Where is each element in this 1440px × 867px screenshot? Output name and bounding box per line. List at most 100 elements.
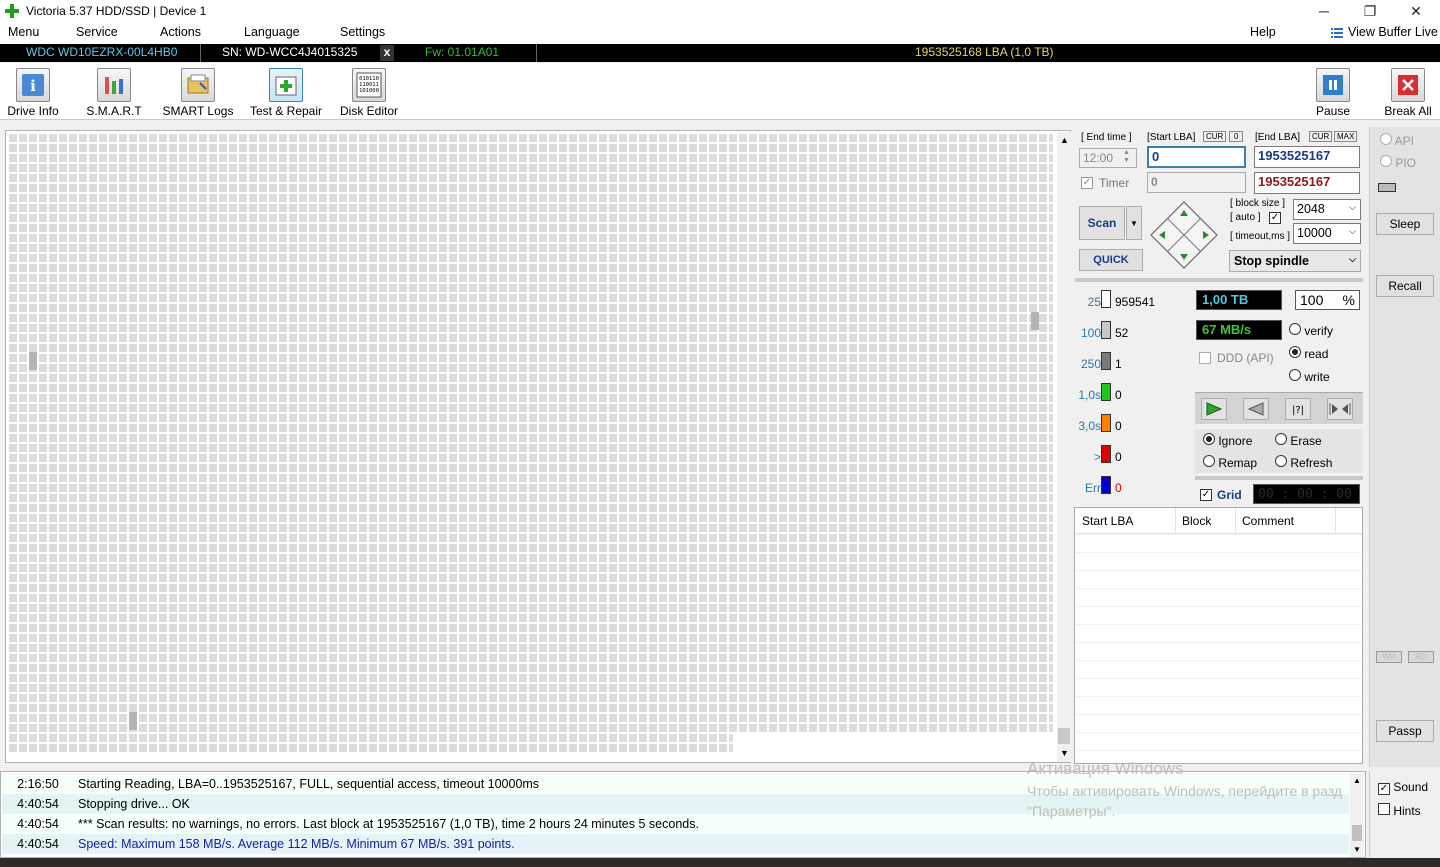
column-start-lba[interactable]: Start LBA bbox=[1082, 514, 1133, 528]
timer-input[interactable]: 0 bbox=[1147, 172, 1246, 193]
end-time-spinner-icon[interactable]: ▲ ▼ bbox=[1123, 149, 1130, 165]
sound-option[interactable]: ✓ Sound bbox=[1378, 780, 1428, 795]
timer-checkbox[interactable]: ✓ bbox=[1081, 177, 1093, 189]
pio-option[interactable]: PIO bbox=[1380, 155, 1416, 170]
mode-read-option[interactable]: read bbox=[1289, 346, 1328, 361]
reverse-button[interactable] bbox=[1243, 398, 1269, 420]
test-repair-button[interactable]: Test & Repair bbox=[246, 65, 326, 119]
column-block[interactable]: Block bbox=[1182, 514, 1211, 528]
scroll-up-icon[interactable]: ▲ bbox=[1060, 135, 1069, 145]
auto-checkbox[interactable]: ✓ bbox=[1269, 212, 1281, 224]
defects-table[interactable]: Start LBA Block Comment bbox=[1074, 507, 1363, 764]
title-bar: Victoria 5.37 HDD/SSD | Device 1 ─ ❐ ✕ bbox=[0, 0, 1440, 22]
latency-label: 250 bbox=[1080, 357, 1101, 371]
refresh-radio[interactable] bbox=[1275, 455, 1287, 467]
erase-radio[interactable] bbox=[1275, 433, 1287, 445]
write-radio[interactable] bbox=[1289, 369, 1301, 381]
menu-settings[interactable]: Settings bbox=[340, 25, 385, 39]
timeout-select[interactable]: 10000 ⌵ bbox=[1293, 223, 1361, 244]
recall-button[interactable]: Recall bbox=[1376, 275, 1434, 297]
end-lba-cur-button[interactable]: CUR bbox=[1309, 131, 1333, 142]
verify-radio[interactable] bbox=[1289, 323, 1301, 335]
api-option[interactable]: API bbox=[1380, 133, 1414, 148]
latency-count: 0 bbox=[1115, 388, 1122, 402]
latency-label: Err bbox=[1085, 481, 1101, 495]
play-button[interactable] bbox=[1201, 398, 1227, 420]
close-button[interactable]: ✕ bbox=[1393, 0, 1439, 22]
grid-checkbox[interactable]: ✓ bbox=[1200, 489, 1212, 501]
pio-radio[interactable] bbox=[1380, 155, 1392, 167]
ddd-api-checkbox[interactable] bbox=[1199, 352, 1211, 364]
scan-map[interactable]: ▲ ▼ bbox=[5, 130, 1071, 763]
quick-button[interactable]: QUICK bbox=[1079, 249, 1143, 271]
scroll-down-icon[interactable]: ▼ bbox=[1353, 845, 1361, 854]
latency-row: 3,0s 0 bbox=[1073, 414, 1193, 436]
scan-map-grid bbox=[7, 132, 1053, 752]
ignore-radio[interactable] bbox=[1203, 433, 1215, 445]
disk-editor-icon: 010110 110011 101000 bbox=[352, 68, 386, 102]
sleep-button[interactable]: Sleep bbox=[1376, 213, 1434, 235]
start-lba-input[interactable]: 0 bbox=[1147, 146, 1246, 168]
smart-logs-button[interactable]: SMART Logs bbox=[160, 65, 236, 119]
action-refresh-option[interactable]: Refresh bbox=[1275, 455, 1332, 470]
sound-checkbox[interactable]: ✓ bbox=[1378, 783, 1390, 795]
view-buffer-live[interactable]: View Buffer Live bbox=[1348, 25, 1438, 39]
remap-radio[interactable] bbox=[1203, 455, 1215, 467]
latency-label: 3,0s bbox=[1078, 419, 1101, 433]
test-repair-label: Test & Repair bbox=[249, 104, 323, 118]
drive-info-button[interactable]: i Drive Info bbox=[2, 65, 64, 119]
latency-swatch bbox=[1101, 445, 1111, 463]
auto-label: [ auto ] bbox=[1230, 212, 1261, 223]
action-erase-option[interactable]: Erase bbox=[1275, 433, 1322, 448]
action-remap-option[interactable]: Remap bbox=[1203, 455, 1257, 470]
block-size-select[interactable]: 2048 ⌵ bbox=[1293, 199, 1361, 220]
capacity-display: 1,00 TB bbox=[1196, 290, 1282, 310]
scroll-thumb[interactable] bbox=[1352, 825, 1362, 841]
butterfly-button[interactable] bbox=[1327, 398, 1353, 420]
break-all-button[interactable]: Break All bbox=[1380, 65, 1436, 119]
scan-map-scrollbar[interactable]: ▲ ▼ bbox=[1057, 132, 1071, 762]
refresh-label: Refresh bbox=[1290, 456, 1333, 470]
block-size-label: [ block size ] bbox=[1230, 198, 1286, 209]
passp-button[interactable]: Passp bbox=[1376, 720, 1434, 742]
mode-write-option[interactable]: write bbox=[1289, 369, 1330, 384]
api-radio[interactable] bbox=[1380, 133, 1392, 145]
scan-dropdown-button[interactable]: ▼ bbox=[1126, 206, 1142, 240]
start-lba-zero-button[interactable]: 0 bbox=[1229, 131, 1244, 142]
smart-button[interactable]: S.M.A.R.T bbox=[80, 65, 148, 119]
menu-help[interactable]: Help bbox=[1250, 25, 1276, 39]
svg-text:i: i bbox=[30, 77, 36, 95]
hints-option[interactable]: Hints bbox=[1378, 803, 1421, 818]
read-radio[interactable] bbox=[1289, 346, 1301, 358]
latency-row: 25 959541 bbox=[1073, 290, 1193, 312]
disk-editor-button[interactable]: 010110 110011 101000 Disk Editor bbox=[336, 65, 402, 119]
action-ignore-option[interactable]: Ignore bbox=[1203, 433, 1252, 448]
latency-swatch bbox=[1101, 476, 1111, 494]
pause-button[interactable]: Pause bbox=[1310, 65, 1356, 119]
drive-model[interactable]: WDC WD10EZRX-00L4HB0 bbox=[26, 45, 177, 59]
hints-checkbox[interactable] bbox=[1378, 803, 1390, 815]
start-lba-cur-button[interactable]: CUR bbox=[1203, 131, 1227, 142]
scan-button[interactable]: Scan bbox=[1079, 206, 1125, 240]
latency-label: > bbox=[1093, 450, 1101, 464]
mode-verify-option[interactable]: verify bbox=[1289, 323, 1333, 338]
scroll-thumb[interactable] bbox=[1058, 728, 1070, 744]
menu-service[interactable]: Service bbox=[76, 25, 118, 39]
menu-language[interactable]: Language bbox=[244, 25, 300, 39]
minimize-button[interactable]: ─ bbox=[1301, 0, 1347, 22]
drive-close-button[interactable]: x bbox=[380, 45, 394, 61]
random-button[interactable]: |?| bbox=[1285, 398, 1311, 420]
repair-actions: Ignore Erase Remap Refresh bbox=[1195, 429, 1363, 473]
spindle-select[interactable]: Stop spindle ⌵ bbox=[1229, 250, 1361, 272]
menu-actions[interactable]: Actions bbox=[160, 25, 201, 39]
menu-menu[interactable]: Menu bbox=[8, 25, 39, 39]
wr-indicator: WR bbox=[1376, 651, 1402, 663]
column-comment[interactable]: Comment bbox=[1242, 514, 1294, 528]
scroll-down-icon[interactable]: ▼ bbox=[1060, 748, 1069, 758]
direction-pad[interactable] bbox=[1149, 200, 1219, 270]
end-lba-max-button[interactable]: MAX bbox=[1334, 131, 1358, 142]
restore-button[interactable]: ❐ bbox=[1347, 0, 1393, 22]
svg-text:|?|: |?| bbox=[1292, 405, 1304, 416]
end-lba-input[interactable]: 1953525167 bbox=[1254, 146, 1360, 168]
divider bbox=[536, 44, 537, 62]
